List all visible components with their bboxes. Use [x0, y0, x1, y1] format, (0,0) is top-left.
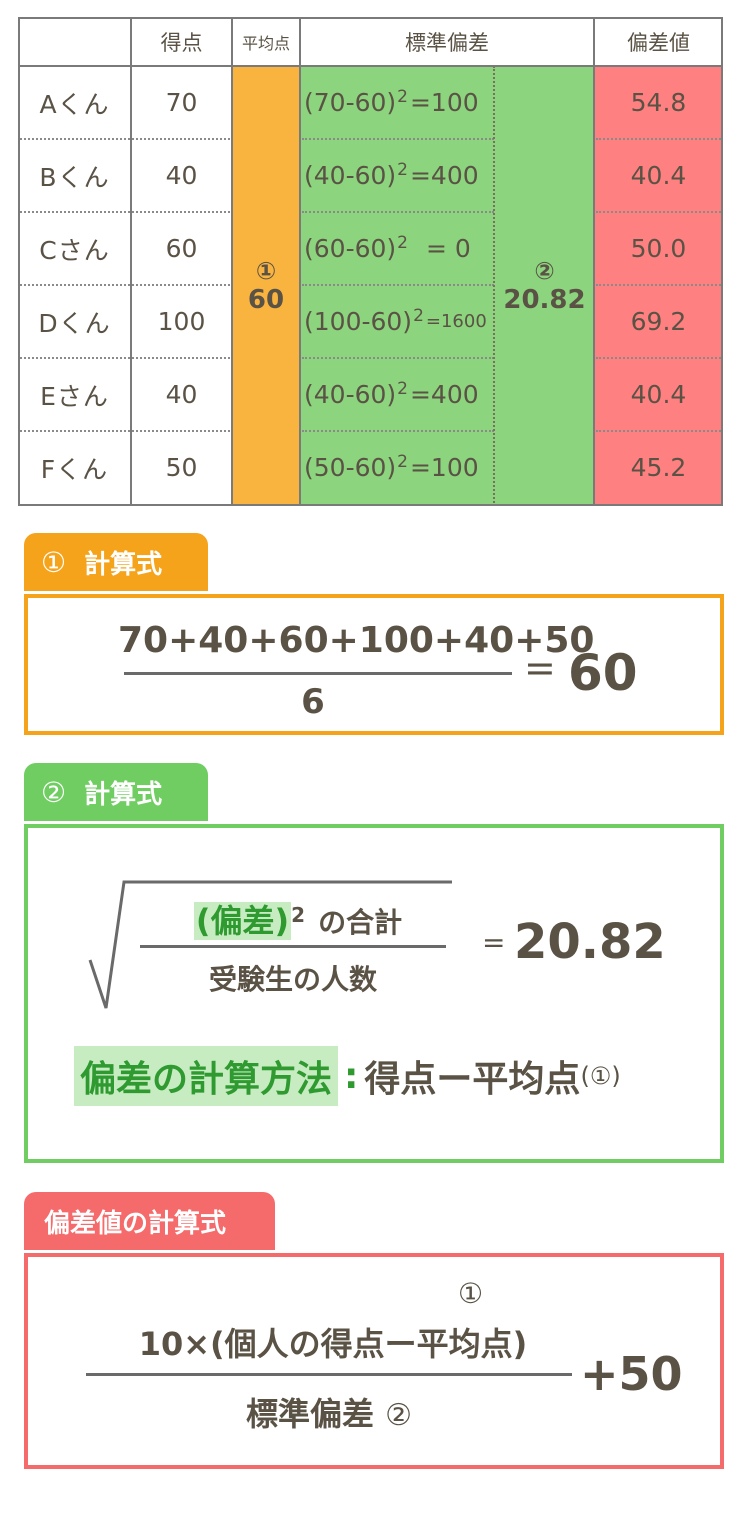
header-std: 標準偏差 [405, 30, 489, 55]
fraction-bar [86, 1373, 572, 1376]
expr-base: (100-60) [304, 307, 413, 336]
section3-denominator-wrap: 標準偏差 ② [86, 1389, 572, 1435]
expr-base: (70-60) [304, 88, 397, 117]
section2-result: 20.82 [514, 914, 666, 970]
student-name: Fくん [40, 454, 109, 484]
squared-deviation: (50-60) 2 =100 [300, 431, 494, 504]
section3-denominator: 標準偏差 [245, 1395, 374, 1433]
section1-tab: ① 計算式 [24, 533, 208, 591]
squared-deviation: (60-60) 2 = 0 [300, 212, 494, 285]
fraction-bar [124, 672, 512, 675]
student-name: Bくん [39, 162, 110, 192]
deviation-value: 69.2 [630, 307, 687, 336]
std-cell: ② 20.82 [495, 66, 594, 506]
student-score: 40 [165, 161, 198, 190]
expr-result: =100 [409, 453, 479, 482]
student-name: Eさん [40, 381, 109, 411]
section2-marker: ② [41, 775, 67, 809]
expr-result: =400 [409, 161, 479, 190]
student-score: 60 [165, 234, 198, 263]
expr-base: (40-60) [304, 380, 397, 409]
mean-marker: ① [255, 257, 277, 285]
section1-denominator: 6 [301, 682, 325, 722]
header-score: 得点 [160, 30, 203, 55]
expr-exponent: 2 [413, 305, 424, 326]
deviation-value: 45.2 [630, 453, 687, 482]
sum-label: の合計 [318, 906, 403, 939]
std-ref-marker: ② [385, 1398, 412, 1433]
student-name: Aくん [39, 89, 110, 119]
section3-box: ① 10×(個人の得点ー平均点) 標準偏差 ② +50 [24, 1253, 724, 1469]
table-border-bottom [18, 504, 723, 506]
student-score: 50 [165, 453, 198, 482]
section2-box: (偏差) 2 の合計 受験生の人数 = 20.82 偏差の計算方法 : 得点ー平均… [24, 824, 724, 1163]
expr-exponent: 2 [397, 86, 408, 107]
expr-base: (60-60) [304, 234, 397, 263]
squared-deviation: (70-60) 2 =100 [300, 66, 494, 139]
section1-marker: ① [41, 545, 67, 579]
expr-exponent: 2 [397, 451, 408, 472]
expr-base: (50-60) [304, 453, 397, 482]
expr-base: (40-60) [304, 161, 397, 190]
exponent: 2 [291, 902, 306, 927]
header-blank [18, 17, 131, 66]
student-name: Dくん [38, 308, 111, 338]
deviation-value: 54.8 [630, 88, 687, 117]
section3-numerator: 10×(個人の得点ー平均点) [138, 1325, 528, 1363]
expr-exponent: 2 [397, 378, 408, 399]
section1-equals: = [524, 646, 556, 690]
student-name: Cさん [39, 235, 110, 265]
mean-cell: ① 60 [232, 66, 300, 506]
squared-deviation: (40-60) 2 =400 [300, 358, 494, 431]
std-marker: ② [534, 257, 555, 285]
student-score: 40 [165, 380, 198, 409]
fraction-bar [140, 945, 446, 948]
section1-result: 60 [568, 644, 638, 702]
expr-result: =100 [409, 88, 479, 117]
method-text: 得点ー平均点 [364, 1059, 581, 1100]
table-border-top [18, 17, 723, 19]
expr-exponent: 2 [397, 232, 408, 253]
header-dev-value: 偏差値 [627, 30, 690, 55]
expr-result: = 0 [425, 234, 471, 263]
deviation-method: 偏差の計算方法 : 得点ー平均点 (①) [74, 1046, 621, 1106]
section2-title: 計算式 [84, 779, 163, 810]
section3-suffix: +50 [580, 1347, 683, 1401]
expr-result: =1600 [425, 311, 487, 332]
section1-numerator: 70+40+60+100+40+50 [118, 620, 595, 661]
deviation-value: 50.0 [630, 234, 687, 263]
section1-title: 計算式 [84, 549, 163, 580]
student-score: 100 [157, 307, 206, 336]
method-colon: : [344, 1055, 359, 1097]
method-label: 偏差の計算方法 [74, 1046, 339, 1106]
section3-tab: 偏差値の計算式 [24, 1192, 275, 1250]
deviation-value: 40.4 [630, 380, 687, 409]
section2-denominator: 受験生の人数 [208, 963, 377, 996]
section3-title: 偏差値の計算式 [44, 1208, 227, 1239]
expr-result: =400 [409, 380, 479, 409]
deviation-value: 40.4 [630, 161, 687, 190]
header-mean: 平均点 [241, 33, 290, 53]
student-score: 70 [165, 88, 198, 117]
method-ref: (①) [580, 1062, 621, 1090]
mean-ref-marker: ① [458, 1277, 484, 1310]
mean-value: 60 [247, 285, 285, 315]
section2-tab: ② 計算式 [24, 763, 208, 821]
section1-box: 70+40+60+100+40+50 6 = 60 [24, 594, 724, 735]
expr-exponent: 2 [397, 159, 408, 180]
deviation-table: 得点 平均点 標準偏差 偏差値 Aくん 70 (70-60) 2 =100 54.8 Bくん… [18, 17, 723, 506]
section2-equals: = [482, 926, 506, 959]
section2-numerator: (偏差) 2 の合計 [148, 896, 448, 942]
std-value: 20.82 [503, 285, 586, 315]
deviation-highlight: (偏差) [193, 902, 292, 940]
squared-deviation: (100-60) 2 =1600 [300, 285, 494, 358]
squared-deviation: (40-60) 2 =400 [300, 139, 494, 212]
